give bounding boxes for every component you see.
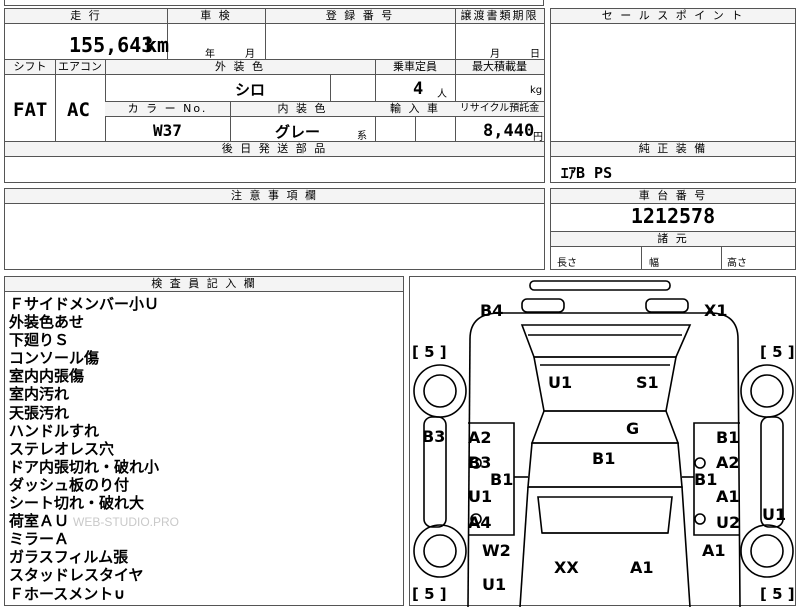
mark-a1-bottom: A1: [630, 558, 654, 577]
mark-b3-left: B3: [422, 427, 446, 446]
inspector-note: 天張汚れ: [9, 403, 70, 422]
mark-u2: U2: [716, 513, 741, 532]
inspection-header: 車 検: [167, 9, 265, 24]
shift-value: FAT: [13, 99, 48, 121]
mark-a1-right: A1: [716, 487, 740, 506]
interior-color-value: グレー: [275, 123, 321, 141]
dimension-length: 長さ: [557, 258, 577, 269]
mileage-value: 155,643: [69, 33, 154, 57]
mileage-header: 走 行: [5, 9, 167, 24]
later-parts-header: 後 日 発 送 部 品: [5, 142, 544, 157]
watermark: WEB-STUDIO.PRO: [73, 515, 180, 529]
sales-point-box: セ ー ル ス ポ イ ン ト: [550, 8, 796, 142]
sales-point-header: セ ー ル ス ポ イ ン ト: [551, 9, 795, 24]
mark-xx: XX: [554, 558, 579, 577]
mark-b3-inner: B3: [468, 453, 492, 472]
color-no-value: W37: [153, 121, 182, 140]
shift-header: シフト: [5, 60, 55, 75]
inspector-note: ミラーＡ: [9, 530, 70, 549]
capacity-value: 4: [413, 79, 424, 99]
inspector-header: 検 査 員 記 入 欄: [5, 277, 403, 292]
inspector-note: スタッドレスタイヤ: [9, 566, 144, 585]
chassis-header: 車 台 番 号: [551, 189, 795, 204]
color-no-header: カ ラ ー No.: [105, 102, 230, 117]
exterior-color-header: 外 装 色: [105, 60, 375, 75]
inspector-note: ドア内張切れ・破れ小: [9, 457, 160, 476]
mark-g: G: [626, 419, 640, 438]
inspector-note: 室内内張傷: [9, 367, 85, 386]
capacity-unit: 人: [437, 89, 447, 100]
mark-b1-center: B1: [592, 449, 616, 468]
tire-depth-rr: [ 5 ]: [760, 585, 795, 603]
exterior-color-value: シロ: [235, 81, 266, 99]
genuine-equipment-box: 純 正 装 備 ｴｱB PS: [550, 141, 796, 183]
recycle-header: リサイクル預託金: [455, 102, 544, 117]
inspector-note: シート切れ・破れ大: [9, 494, 145, 513]
inspection-year: 年: [205, 49, 215, 60]
mark-a1-far: A1: [702, 541, 726, 560]
inspector-note: Ｆサイドメンバー小Ｕ: [9, 295, 160, 313]
mileage-unit: km: [145, 33, 170, 57]
tire-depth-rl: [ 5 ]: [412, 585, 447, 603]
inspection-month: 月: [245, 49, 255, 60]
chassis-box: 車 台 番 号 1212578 諸 元 長さ 幅 高さ: [550, 188, 796, 270]
mark-a2-left: A2: [468, 428, 492, 447]
inspector-note: ダッシュ板のり付: [9, 475, 130, 494]
interior-color-header: 内 装 色: [230, 102, 375, 117]
capacity-header: 乗車定員: [375, 60, 455, 75]
chassis-value: 1212578: [630, 204, 716, 228]
genuine-equipment-header: 純 正 装 備: [551, 142, 795, 157]
dimensions-header: 諸 元: [551, 232, 795, 247]
max-load-unit: kg: [530, 85, 543, 96]
mark-s1: S1: [636, 373, 659, 392]
mark-u1-right: U1: [762, 505, 787, 524]
mark-b1-left: B1: [490, 470, 514, 489]
recycle-value: 8,440: [483, 121, 535, 141]
dimension-width: 幅: [649, 258, 659, 269]
interior-color-suffix: 系: [357, 131, 367, 142]
mark-w2: W2: [482, 541, 511, 560]
inspector-note: ガラスフィルム張: [9, 548, 129, 567]
inspector-note: 外装色あせ: [9, 313, 85, 332]
tire-depth-fl: [ 5 ]: [412, 343, 447, 361]
aircon-value: AC: [67, 99, 90, 121]
caution-header: 注 意 事 項 欄: [5, 189, 544, 204]
inspector-notes: Ｆサイドメンバー小Ｕ 外装色あせ 下廻りＳ コンソール傷 室内内張傷 室内汚れ 天張汚れ ハン…: [9, 295, 159, 603]
mark-a4: A4: [468, 513, 492, 532]
later-parts-box: 後 日 発 送 部 品: [4, 141, 545, 183]
inspector-box: 検 査 員 記 入 欄 Ｆサイドメンバー小Ｕ 外装色あせ 下廻りＳ コンソール傷 室内内…: [4, 276, 404, 606]
top-strip: [4, 0, 544, 6]
inspector-note: 室内汚れ: [9, 385, 70, 404]
mark-u1-top: U1: [548, 373, 573, 392]
mark-x1: X1: [704, 301, 728, 320]
inspector-note: コンソール傷: [9, 349, 100, 368]
inspector-note: 下廻りＳ: [9, 331, 70, 350]
genuine-equipment-value: ｴｱB PS: [561, 164, 613, 182]
dimension-height: 高さ: [727, 258, 747, 269]
registration-header: 登 録 番 号: [265, 9, 455, 24]
damage-diagram: [ 5 ] [ 5 ] [ 5 ] [ 5 ] B4 X1 U1 S1 B3 A…: [409, 276, 796, 607]
mark-b1-right: B1: [694, 470, 718, 489]
vehicle-info-table: 走 行 車 検 登 録 番 号 譲渡書類期限 155,643 km 年 月 月 …: [4, 8, 545, 144]
tire-depth-fr: [ 5 ]: [760, 343, 795, 361]
max-load-header: 最大積載量: [455, 60, 544, 75]
transfer-month: 月: [490, 49, 500, 60]
import-header: 輸 入 車: [375, 102, 455, 117]
caution-box: 注 意 事 項 欄: [4, 188, 545, 270]
transfer-day: 日: [530, 49, 540, 60]
aircon-header: エアコン: [55, 60, 105, 75]
mark-a2-right: A2: [716, 453, 740, 472]
inspector-note: ステレオレス穴: [9, 439, 115, 458]
inspector-note: ハンドルすれ: [9, 421, 100, 440]
mark-u1-left: U1: [468, 487, 493, 506]
transfer-header: 譲渡書類期限: [455, 9, 544, 24]
mark-u1-bottom: U1: [482, 575, 507, 594]
mark-b4: B4: [480, 301, 504, 320]
mark-b1-right-top: B1: [716, 428, 740, 447]
